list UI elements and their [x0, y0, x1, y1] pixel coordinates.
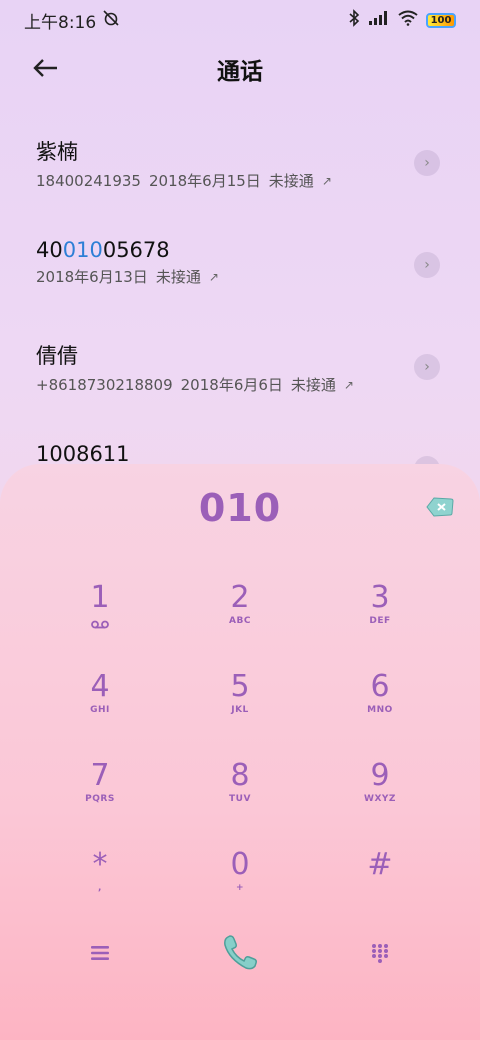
- key-letters: TUV: [229, 794, 251, 804]
- call-item[interactable]: 4001005678 2018年6月13日 未接通 ↗ ›: [0, 220, 480, 322]
- page-title: 通话: [217, 59, 263, 85]
- call-name: 紫楠: [36, 140, 78, 164]
- wifi-icon: [398, 10, 418, 31]
- key-letters: ABC: [229, 616, 251, 626]
- key-letters: DEF: [369, 616, 391, 626]
- call-number: 18400241935: [36, 171, 141, 190]
- call-name: 1008611: [36, 442, 130, 466]
- battery-indicator: 100: [426, 12, 456, 28]
- dial-key-star[interactable]: * ,: [30, 841, 170, 930]
- key-digit: 2: [230, 580, 250, 615]
- call-button[interactable]: [170, 930, 310, 980]
- status-left: 上午8:16: [24, 8, 120, 33]
- key-digit: 7: [90, 758, 110, 793]
- dial-key-7[interactable]: 7 PQRS: [30, 752, 170, 841]
- detail-button[interactable]: ›: [414, 150, 440, 176]
- dial-key-9[interactable]: 9 WXYZ: [310, 752, 450, 841]
- key-digit: *: [92, 847, 108, 882]
- menu-icon: [90, 945, 110, 965]
- menu-button[interactable]: [30, 930, 170, 980]
- dial-key-0[interactable]: 0 +: [170, 841, 310, 930]
- call-date: 2018年6月15日: [148, 172, 261, 190]
- dial-key-1[interactable]: 1: [30, 574, 170, 663]
- call-status: 未接通: [290, 376, 336, 394]
- keypad-toggle-button[interactable]: [310, 930, 450, 980]
- key-letters: WXYZ: [364, 794, 396, 804]
- back-arrow-icon: [33, 58, 59, 82]
- key-letters: ,: [98, 883, 102, 893]
- key-letters: PQRS: [85, 794, 115, 804]
- call-date: 2018年6月6日: [180, 376, 283, 394]
- call-name: 倩倩: [36, 344, 78, 368]
- call-status: 未接通: [155, 268, 201, 286]
- status-right: 100: [348, 8, 456, 32]
- call-meta: +8618730218809 2018年6月6日 未接通 ↗: [36, 374, 444, 395]
- key-letters: JKL: [231, 705, 249, 715]
- status-bar: 上午8:16 100: [0, 0, 480, 40]
- call-item[interactable]: 紫楠 18400241935 2018年6月15日 未接通 ↗ ›: [0, 118, 480, 220]
- status-time: 上午8:16: [24, 12, 97, 33]
- dial-key-5[interactable]: 5 JKL: [170, 663, 310, 752]
- key-digit: 6: [370, 669, 390, 704]
- call-name-prefix: 40: [36, 238, 63, 262]
- back-button[interactable]: [28, 52, 64, 88]
- header: 通话: [0, 44, 480, 94]
- outgoing-arrow-icon: ↗: [321, 173, 332, 188]
- dialpad-sheet: 010 1 2 ABC 3 DEF 4 GHI 5 JKL 6 MNO 7 PQ…: [0, 464, 480, 1040]
- key-digit: 9: [370, 758, 390, 793]
- dial-key-3[interactable]: 3 DEF: [310, 574, 450, 663]
- dial-key-6[interactable]: 6 MNO: [310, 663, 450, 752]
- chevron-right-icon: ›: [424, 257, 430, 273]
- outgoing-arrow-icon: ↗: [343, 377, 354, 392]
- bluetooth-icon: [348, 8, 360, 32]
- alarm-off-icon: [102, 9, 120, 32]
- key-digit: 4: [90, 669, 110, 704]
- keypad-grid: 1 2 ABC 3 DEF 4 GHI 5 JKL 6 MNO 7 PQRS 8…: [30, 574, 450, 930]
- call-item[interactable]: 倩倩 +8618730218809 2018年6月6日 未接通 ↗ ›: [0, 322, 480, 424]
- dial-key-4[interactable]: 4 GHI: [30, 663, 170, 752]
- call-number: +8618730218809: [36, 375, 173, 394]
- call-meta: 2018年6月13日 未接通 ↗: [36, 266, 444, 287]
- keypad-icon: [371, 943, 389, 967]
- key-letters: MNO: [367, 705, 393, 715]
- dial-key-2[interactable]: 2 ABC: [170, 574, 310, 663]
- chevron-right-icon: ›: [424, 359, 430, 375]
- backspace-icon: [426, 497, 454, 522]
- key-letters: +: [235, 883, 245, 893]
- key-digit: 0: [230, 847, 250, 882]
- detail-button[interactable]: ›: [414, 252, 440, 278]
- key-digit: #: [367, 847, 393, 882]
- phone-icon: [220, 933, 260, 977]
- call-date: 2018年6月13日: [36, 268, 148, 286]
- dial-key-hash[interactable]: #: [310, 841, 450, 930]
- signal-icon: [368, 10, 390, 31]
- key-digit: 5: [230, 669, 250, 704]
- key-digit: 1: [90, 580, 110, 615]
- key-digit: 8: [230, 758, 250, 793]
- call-meta: 18400241935 2018年6月15日 未接通 ↗: [36, 170, 444, 191]
- dialpad-actions: [30, 930, 450, 980]
- backspace-button[interactable]: [426, 496, 454, 518]
- key-digit: 3: [370, 580, 390, 615]
- call-name-match: 010: [62, 238, 103, 262]
- call-status: 未接通: [268, 172, 314, 190]
- chevron-right-icon: ›: [424, 155, 430, 171]
- call-name-suffix: 05678: [102, 238, 170, 262]
- dial-input-display[interactable]: 010: [0, 486, 480, 530]
- call-name: 4001005678: [36, 238, 444, 262]
- outgoing-arrow-icon: ↗: [208, 269, 219, 284]
- voicemail-icon: [91, 614, 109, 633]
- detail-button[interactable]: ›: [414, 354, 440, 380]
- dial-key-8[interactable]: 8 TUV: [170, 752, 310, 841]
- key-letters: GHI: [90, 705, 110, 715]
